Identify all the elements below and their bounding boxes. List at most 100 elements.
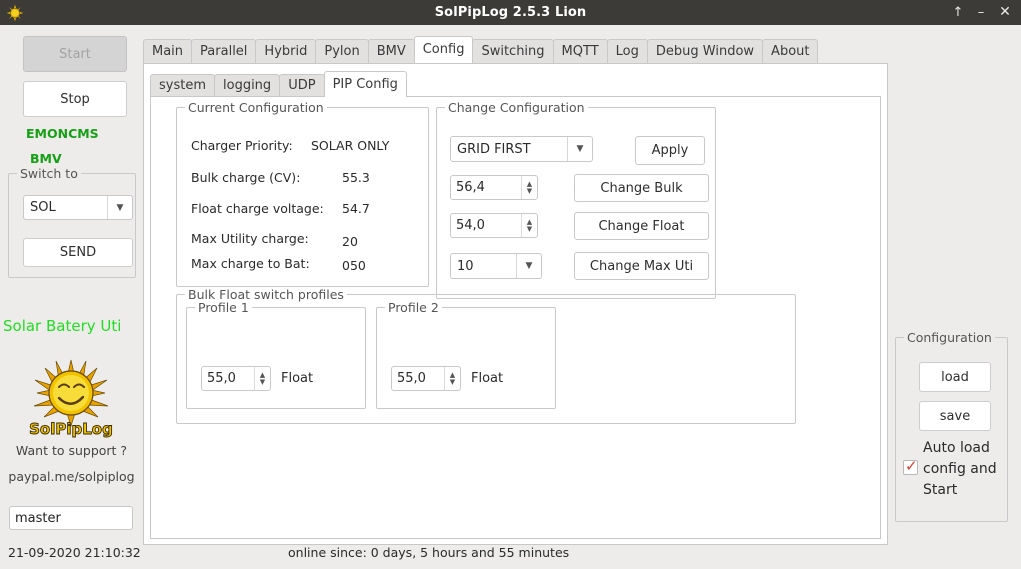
bulk-voltage-stepper[interactable]: 56,4 ▲ ▼ <box>450 175 538 200</box>
float-voltage-stepper[interactable]: 54,0 ▲ ▼ <box>450 213 538 238</box>
float-stepper-arrows[interactable]: ▲ ▼ <box>521 214 537 237</box>
profile-2-float-label: Float <box>471 371 504 386</box>
load-config-button[interactable]: load <box>919 362 991 392</box>
chevron-down-icon[interactable]: ▼ <box>516 254 541 278</box>
charger-priority-selected: GRID FIRST <box>457 141 531 157</box>
profile-2-group: Profile 2 55,0 ▲ ▼ Float <box>376 300 556 409</box>
save-config-label: save <box>939 408 971 424</box>
tab-pylon[interactable]: Pylon <box>315 39 369 63</box>
left-sidebar: Start Stop EMONCMS BMV Switch to SOL ▼ S… <box>0 25 143 535</box>
profile-1-float-stepper[interactable]: 55,0 ▲ ▼ <box>201 366 271 391</box>
profile-1-group: Profile 1 55,0 ▲ ▼ Float <box>186 300 366 409</box>
logo-text: SolPipLog <box>29 420 113 438</box>
status-online-since: online since: 0 days, 5 hours and 55 min… <box>288 545 570 560</box>
auto-load-checkbox-row[interactable]: Auto load config and Start <box>903 438 1007 501</box>
chevron-down-icon[interactable]: ▼ <box>527 187 532 195</box>
max-charge-bat-label: Max charge to Bat: <box>191 256 310 271</box>
subtab-pip-config[interactable]: PIP Config <box>323 71 407 97</box>
subtab-logging[interactable]: logging <box>214 74 281 97</box>
switch-to-value: SOL <box>30 200 56 215</box>
status-bmv: BMV <box>30 151 62 166</box>
load-config-label: load <box>941 369 969 385</box>
change-float-label: Change Float <box>598 218 685 234</box>
tab-main[interactable]: Main <box>143 39 193 63</box>
apply-button-label: Apply <box>651 143 689 158</box>
float-voltage-value: 54.7 <box>342 201 370 216</box>
solpiplog-logo: SolPipLog <box>25 358 117 440</box>
configuration-title: Configuration <box>904 330 995 345</box>
profile-2-float-value: 55,0 <box>397 371 426 386</box>
subtab-udp[interactable]: UDP <box>279 74 325 97</box>
current-configuration-group: Current Configuration Charger Priority: … <box>176 100 429 287</box>
tab-hybrid[interactable]: Hybrid <box>255 39 317 63</box>
charger-priority-value: SOLAR ONLY <box>311 138 390 153</box>
profile-1-float-value: 55,0 <box>207 371 236 386</box>
chevron-down-icon[interactable]: ▼ <box>260 378 265 386</box>
chevron-down-icon[interactable]: ▼ <box>527 225 532 233</box>
send-button[interactable]: SEND <box>23 238 133 267</box>
profile-2-stepper-arrows[interactable]: ▲ ▼ <box>444 367 460 390</box>
change-max-uti-button[interactable]: Change Max Uti <box>574 252 709 280</box>
status-bar: 21-09-2020 21:10:32 online since: 0 days… <box>0 540 1021 569</box>
bulk-float-profiles-group: Bulk Float switch profiles Profile 1 55,… <box>176 287 796 424</box>
max-utility-value: 10 <box>457 258 474 274</box>
switch-to-group: Switch to SOL ▼ SEND <box>8 166 136 278</box>
master-name-input[interactable]: master <box>9 506 133 530</box>
change-bulk-label: Change Bulk <box>600 180 683 196</box>
change-float-button[interactable]: Change Float <box>574 212 709 240</box>
float-voltage-value: 54,0 <box>456 218 485 233</box>
window-title-bar: SolPipLog 2.5.3 Lion ↑ – ✕ <box>0 0 1021 25</box>
subtab-system[interactable]: system <box>150 74 215 97</box>
auto-load-checkbox[interactable] <box>903 457 918 475</box>
support-text: Want to support ? <box>15 443 128 458</box>
chevron-down-icon[interactable]: ▼ <box>107 196 132 219</box>
switch-to-select[interactable]: SOL ▼ <box>23 195 133 220</box>
window-title: SolPipLog 2.5.3 Lion <box>434 5 587 20</box>
profile-1-float-label: Float <box>281 371 314 386</box>
tab-debug-window[interactable]: Debug Window <box>646 39 764 63</box>
stop-button[interactable]: Stop <box>23 81 127 117</box>
profile-1-title: Profile 1 <box>195 300 252 315</box>
chevron-down-icon[interactable]: ▼ <box>567 137 592 161</box>
switch-to-title: Switch to <box>17 166 81 181</box>
max-utility-select[interactable]: 10 ▼ <box>450 253 542 279</box>
max-utility-charge-label: Max Utility charge: <box>191 231 309 246</box>
status-datetime: 21-09-2020 21:10:32 <box>8 545 141 560</box>
bulk-charge-value: 55.3 <box>342 170 370 185</box>
maximize-icon[interactable]: ↑ <box>947 0 969 25</box>
close-icon[interactable]: ✕ <box>994 0 1016 25</box>
minimize-icon[interactable]: – <box>970 0 992 25</box>
paypal-link-text: paypal.me/solpiplog <box>8 469 135 484</box>
change-bulk-button[interactable]: Change Bulk <box>574 174 709 202</box>
start-button[interactable]: Start <box>23 36 127 72</box>
change-max-uti-label: Change Max Uti <box>589 258 694 274</box>
bulk-voltage-value: 56,4 <box>456 180 485 195</box>
tab-config[interactable]: Config <box>413 36 474 63</box>
charger-priority-select[interactable]: GRID FIRST ▼ <box>450 136 593 162</box>
bulk-stepper-arrows[interactable]: ▲ ▼ <box>521 176 537 199</box>
bulk-charge-label: Bulk charge (CV): <box>191 170 301 185</box>
max-charge-bat-value: 050 <box>342 258 366 273</box>
charger-priority-label: Charger Priority: <box>191 138 293 153</box>
main-tab-widget: Main Parallel Hybrid Pylon BMV Config Sw… <box>143 36 888 545</box>
tab-parallel[interactable]: Parallel <box>191 39 257 63</box>
tab-bmv[interactable]: BMV <box>367 39 415 63</box>
window-body: Start Stop EMONCMS BMV Switch to SOL ▼ S… <box>0 25 1021 569</box>
chevron-down-icon[interactable]: ▼ <box>450 378 455 386</box>
current-configuration-title: Current Configuration <box>185 100 327 115</box>
profile-1-stepper-arrows[interactable]: ▲ ▼ <box>254 367 270 390</box>
apply-button[interactable]: Apply <box>635 136 705 165</box>
configuration-group: Configuration load save Auto load config… <box>895 330 1008 522</box>
stop-button-label: Stop <box>60 91 90 107</box>
tab-switching[interactable]: Switching <box>472 39 554 63</box>
save-config-button[interactable]: save <box>919 401 991 431</box>
status-emoncms: EMONCMS <box>26 126 99 141</box>
tab-log[interactable]: Log <box>606 39 648 63</box>
auto-load-label: Auto load config and Start <box>923 440 997 498</box>
tab-mqtt[interactable]: MQTT <box>552 39 608 63</box>
tab-about[interactable]: About <box>762 39 819 63</box>
profile-2-float-stepper[interactable]: 55,0 ▲ ▼ <box>391 366 461 391</box>
pip-config-panel: Current Configuration Charger Priority: … <box>150 96 881 539</box>
send-button-label: SEND <box>59 245 97 260</box>
float-voltage-label: Float charge voltage: <box>191 201 324 216</box>
